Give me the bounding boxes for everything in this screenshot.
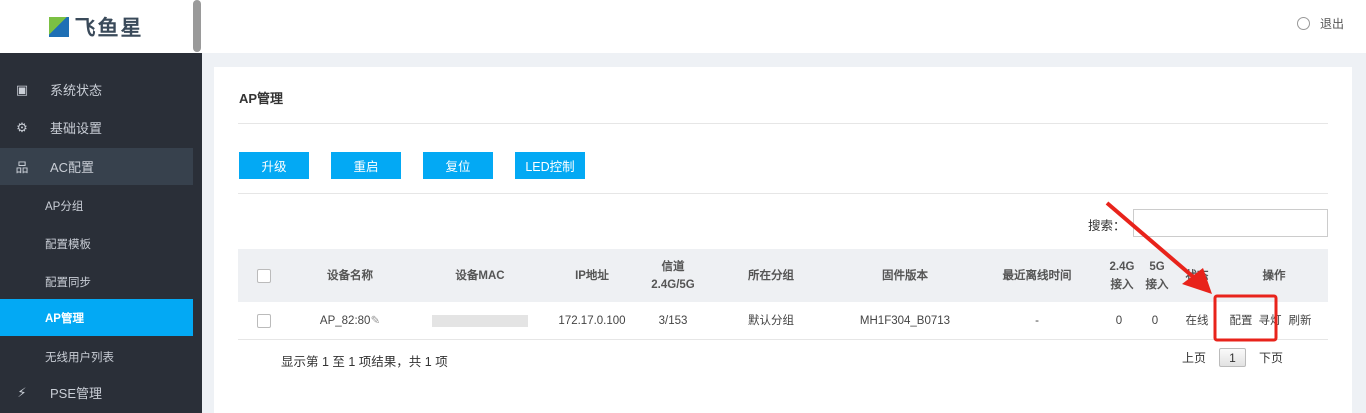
label: AC配置 <box>50 160 95 175</box>
sidebar-item-basic-settings[interactable]: ⚙ 基础设置 <box>0 109 193 146</box>
result-info: 显示第 1 至 1 项结果，共 1 项 <box>281 355 448 369</box>
sidebar-item-pse[interactable]: ⚡ PSE管理 <box>0 374 193 411</box>
sidebar-sub-ap-management[interactable]: AP管理 <box>0 299 193 336</box>
search-label: 搜索： <box>1088 219 1126 233</box>
content-card: AP管理 升级 重启 复位 LED控制 搜索： 设备名称 设备MAC IP地址 … <box>214 67 1352 413</box>
row-checkbox[interactable] <box>257 302 271 339</box>
sidebar-item-ac-config[interactable]: 品 AC配置 <box>0 148 193 185</box>
col-24g[interactable]: 2.4G 接入 <box>1110 249 1135 302</box>
page-1[interactable]: 1 <box>1219 348 1247 367</box>
sidebar-scrollbar[interactable] <box>193 0 201 52</box>
network-icon: 品 <box>15 160 29 175</box>
label: PSE管理 <box>50 386 103 401</box>
divider <box>238 193 1328 194</box>
mac-redacted <box>432 314 528 327</box>
group: 默认分组 <box>748 314 794 327</box>
device-name: AP_82:80 ✎ <box>320 302 380 339</box>
refresh-link[interactable]: 刷新 <box>1289 302 1312 339</box>
edit-icon[interactable]: ✎ <box>370 312 380 330</box>
logout-button[interactable]: 退出 <box>1296 15 1344 32</box>
col-actions: 操作 <box>1262 269 1286 282</box>
offline-time: - <box>1035 314 1039 327</box>
sidebar-sub-wireless-users[interactable]: 无线用户列表 <box>0 338 193 375</box>
sidebar-sub-ap-group[interactable]: AP分组 <box>0 187 193 224</box>
channel: 3/153 <box>658 314 688 327</box>
table-header: 设备名称 设备MAC IP地址 信道 2.4G/5G 所在分组 固件版本 最近离… <box>238 249 1328 302</box>
col-name[interactable]: 设备名称 <box>327 249 373 302</box>
upgrade-button[interactable]: 升级 <box>239 152 309 179</box>
clients-24g-link[interactable]: 0 <box>1116 302 1122 339</box>
monitor-icon: ▣ <box>15 81 29 97</box>
user-icon <box>1296 17 1310 30</box>
led-control-button[interactable]: LED控制 <box>515 152 585 179</box>
col-ip[interactable]: IP地址 <box>575 249 609 302</box>
label: 基础设置 <box>50 121 103 136</box>
firmware: MH1F304_B0713 <box>859 314 951 327</box>
sidebar-item-system-status[interactable]: ▣ 系统状态 <box>0 71 193 108</box>
ip: 172.17.0.100 <box>558 314 626 327</box>
next-page[interactable]: 下页 <box>1259 349 1283 366</box>
col-firmware[interactable]: 固件版本 <box>882 249 928 302</box>
col-mac[interactable]: 设备MAC <box>455 249 504 302</box>
sidebar: 飞鱼星 ▣ 系统状态 ⚙ 基础设置 品 AC配置 AP分组 配置模板 配置同步 AP管… <box>0 0 202 413</box>
brand-name: 飞鱼星 <box>74 16 144 40</box>
page-title: AP管理 <box>239 91 284 106</box>
sidebar-sub-config-sync[interactable]: 配置同步 <box>0 263 193 300</box>
col-channel[interactable]: 信道 2.4G/5G <box>651 249 694 302</box>
pagination: 上页 1 下页 <box>1182 348 1283 367</box>
col-offline-time[interactable]: 最近离线时间 <box>1003 249 1072 302</box>
gear-icon: ⚙ <box>16 119 28 135</box>
search-input[interactable] <box>1133 209 1328 237</box>
config-link[interactable]: 配置 <box>1230 302 1253 339</box>
page-scrollbar[interactable] <box>1352 53 1366 413</box>
status: 在线 <box>1185 314 1209 327</box>
select-all-checkbox[interactable] <box>257 249 271 302</box>
device-mac <box>432 302 528 339</box>
prev-page[interactable]: 上页 <box>1182 349 1206 366</box>
sidebar-sub-config-template[interactable]: 配置模板 <box>0 225 193 262</box>
logo-icon <box>48 16 69 37</box>
table-row: AP_82:80 ✎ 172.17.0.100 3/153 默认分组 MH1F30… <box>238 302 1328 340</box>
logout-label: 退出 <box>1319 17 1344 31</box>
logo: 飞鱼星 <box>0 0 202 53</box>
restart-button[interactable]: 重启 <box>331 152 401 179</box>
name-text: AP_82:80 <box>319 314 371 327</box>
bolt-icon: ⚡ <box>17 384 27 400</box>
label: 系统状态 <box>50 83 103 98</box>
col-5g[interactable]: 5G 接入 <box>1146 249 1169 302</box>
col-status[interactable]: 状态 <box>1186 249 1209 302</box>
locate-link[interactable]: 寻灯 <box>1259 302 1282 339</box>
reset-button[interactable]: 复位 <box>423 152 493 179</box>
divider <box>238 123 1328 124</box>
top-bar: 退出 <box>202 0 1366 53</box>
clients-5g-link[interactable]: 0 <box>1152 302 1158 339</box>
col-group[interactable]: 所在分组 <box>748 249 794 302</box>
